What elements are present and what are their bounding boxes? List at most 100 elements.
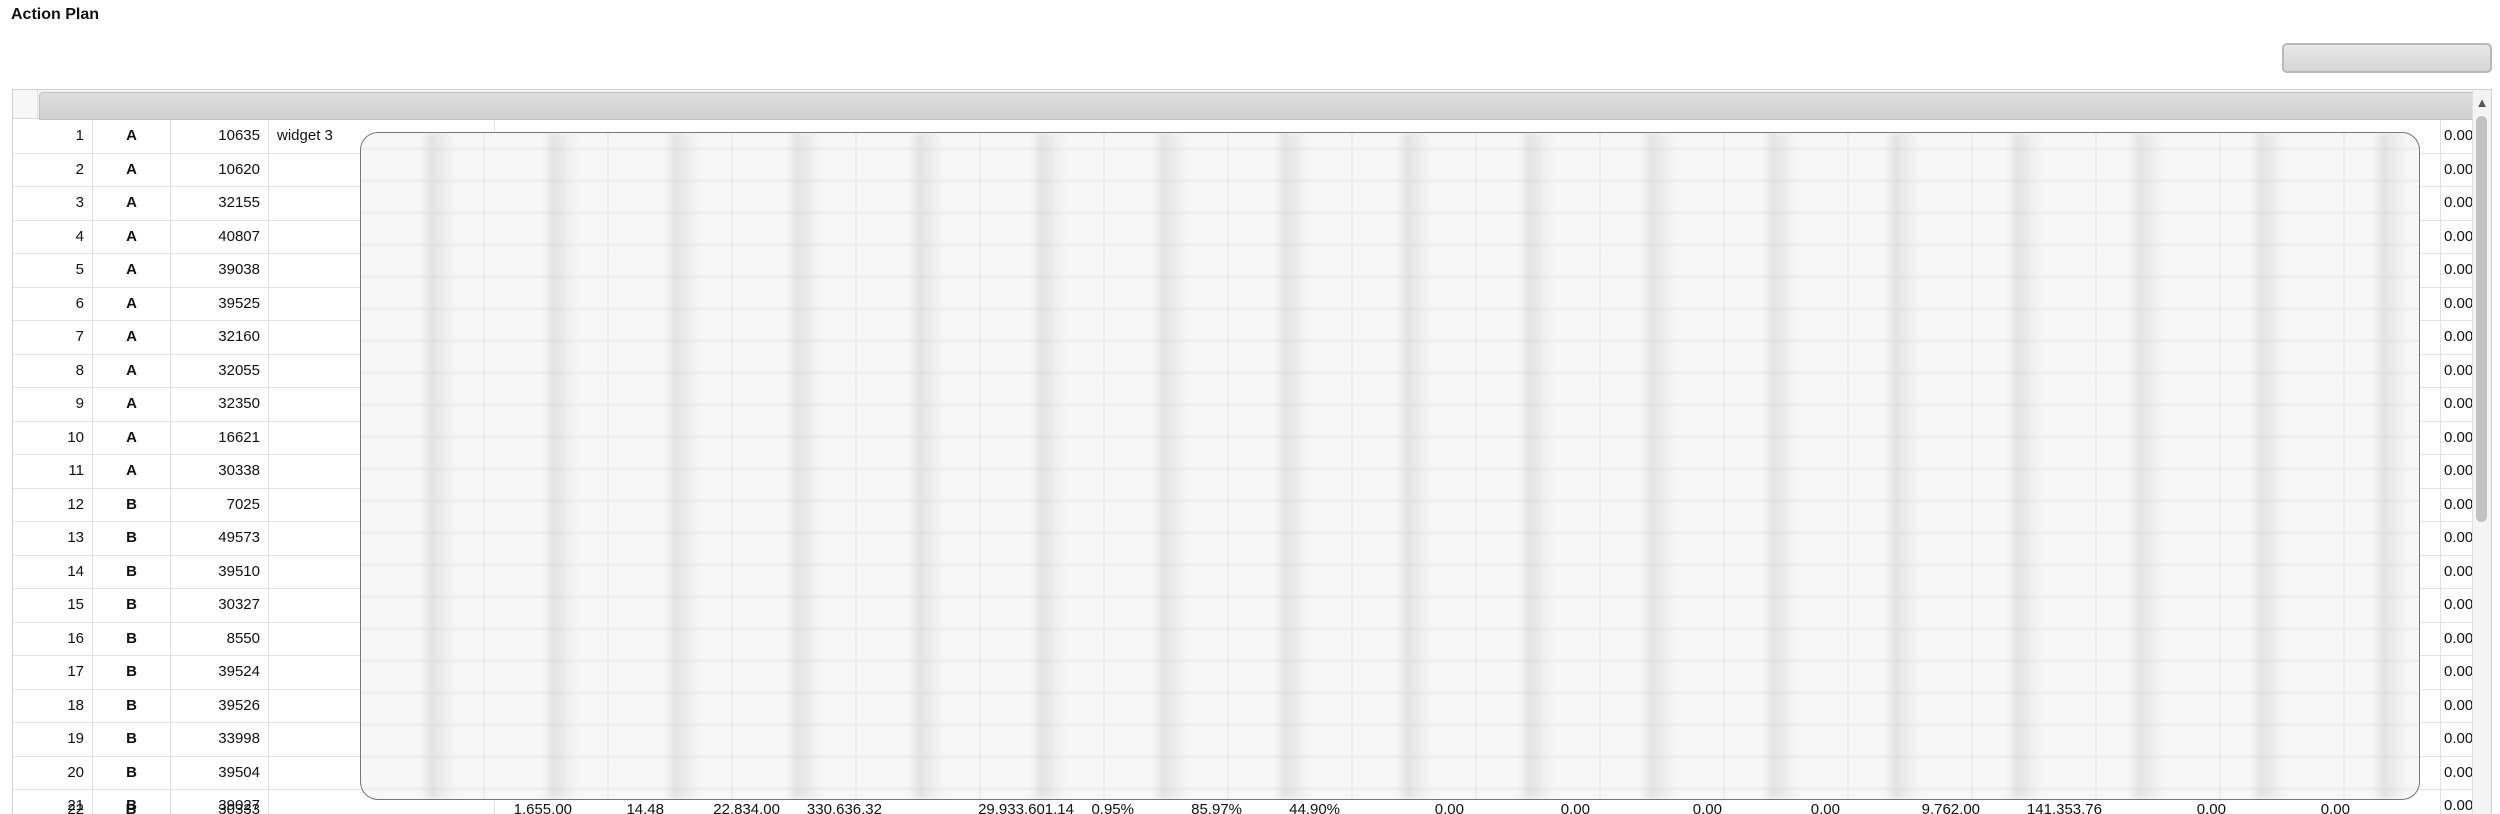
row-last-value: 0.00 [2444, 696, 2473, 714]
row-group: A [93, 254, 171, 287]
row-id: 7025 [171, 488, 269, 521]
row-number: 19 [13, 723, 93, 756]
row-number: 5 [13, 254, 93, 287]
row-id: 30338 [171, 455, 269, 488]
header-corner [13, 90, 38, 118]
row-last-value: 0.00 [2444, 730, 2473, 747]
row-value: 0.00 [1810, 801, 1840, 814]
row-id: 39504 [171, 756, 269, 789]
row-id: 39525 [171, 287, 269, 320]
row-group: B [93, 723, 171, 756]
row-last-value: 0.00 [2444, 428, 2473, 446]
row-group: A [93, 321, 171, 354]
row-value: 85.97% [1191, 801, 1242, 814]
row-value: 0.00 [2320, 801, 2350, 814]
row-number: 16 [13, 622, 93, 655]
column-header-band[interactable] [39, 92, 2475, 120]
vertical-scrollbar[interactable]: ▲ [2472, 90, 2491, 814]
row-number: 10 [13, 421, 93, 454]
row-last-value: 0.00 [2444, 763, 2473, 781]
row-id: 32160 [171, 321, 269, 354]
row-last-value: 0.00 [2444, 462, 2473, 479]
row-id: 30327 [171, 589, 269, 622]
row-id: 39524 [171, 656, 269, 689]
row-last-value: 0.00 [2444, 495, 2473, 513]
row-last-value: 0.00 [2444, 227, 2473, 245]
row-number: 4 [13, 220, 93, 253]
row-value: 0.00 [1560, 801, 1590, 814]
row-id: 49573 [171, 522, 269, 555]
blurred-data-region [360, 132, 2420, 800]
row-group: A [93, 187, 171, 220]
row-value: 9,762.00 [1921, 801, 1980, 814]
row-number: 18 [13, 689, 93, 722]
blurred-values [361, 133, 2419, 799]
row-number: 20 [13, 756, 93, 789]
row-group: B [93, 589, 171, 622]
scroll-thumb[interactable] [2476, 116, 2487, 522]
row-last-value: 0.00 [2444, 127, 2473, 144]
row-number: 9 [13, 388, 93, 421]
row-group: B [93, 488, 171, 521]
app-window: Action Plan 1 A 10635 widget 3 0.00 2 A 10620 0.… [0, 0, 2500, 814]
table-row-partial[interactable]: 22 B 30333 1,655.00 14.48 22,834.00 330,636.32… [12, 800, 2472, 814]
row-id: 10620 [171, 153, 269, 186]
row-last-value: 0.00 [2444, 160, 2473, 178]
row-last-value: 0.00 [2444, 629, 2473, 647]
row-value: 141,353.76 [2026, 801, 2102, 814]
row-id: 39510 [171, 555, 269, 588]
row-group: A [93, 220, 171, 253]
row-id: 16621 [171, 421, 269, 454]
row-id: 40807 [171, 220, 269, 253]
row-id: 8550 [171, 622, 269, 655]
row-group: B [93, 656, 171, 689]
row-number: 13 [13, 522, 93, 555]
row-value: 0.95% [1091, 801, 1134, 814]
row-last-value: 0.00 [2444, 194, 2473, 211]
row-group: B [93, 689, 171, 722]
row-number: 8 [13, 354, 93, 387]
row-number: 15 [13, 589, 93, 622]
row-value: 22,834.00 [713, 801, 780, 814]
row-id: 10635 [171, 120, 269, 153]
row-id: 32155 [171, 187, 269, 220]
row-group: A [93, 287, 171, 320]
row-last-value: 0.00 [2444, 294, 2473, 312]
row-group: B [93, 622, 171, 655]
row-number: 12 [13, 488, 93, 521]
row-group: A [93, 120, 171, 153]
row-group: B [93, 522, 171, 555]
page-title: Action Plan [11, 6, 100, 23]
row-value: 44.90% [1289, 801, 1340, 814]
top-right-button[interactable] [2282, 43, 2492, 73]
row-group: B [125, 801, 137, 814]
row-number: 6 [13, 287, 93, 320]
row-id: 39038 [171, 254, 269, 287]
row-id: 39526 [171, 689, 269, 722]
row-number: 7 [13, 321, 93, 354]
row-value: 14.48 [626, 801, 664, 814]
row-number: 2 [13, 153, 93, 186]
row-value: 0.00 [2196, 801, 2226, 814]
row-value: 0.00 [1692, 801, 1722, 814]
row-last-value: 0.00 [2444, 395, 2473, 412]
row-last-value: 0.00 [2444, 562, 2473, 580]
row-number: 22 [67, 801, 84, 814]
row-id: 33998 [171, 723, 269, 756]
row-id: 32350 [171, 388, 269, 421]
row-last-value: 0.00 [2444, 328, 2473, 345]
row-last-value: 0.00 [2444, 529, 2473, 546]
row-last-value: 0.00 [2444, 596, 2473, 613]
row-number: 14 [13, 555, 93, 588]
row-group: A [93, 388, 171, 421]
row-group: A [93, 153, 171, 186]
row-group: B [93, 555, 171, 588]
grid-header [13, 90, 2491, 120]
row-value: 330,636.32 [806, 801, 882, 814]
row-id: 30333 [218, 801, 260, 814]
row-number: 3 [13, 187, 93, 220]
row-number: 1 [13, 120, 93, 153]
row-group: A [93, 421, 171, 454]
row-group: A [93, 455, 171, 488]
scroll-up-arrow-icon[interactable]: ▲ [2473, 92, 2491, 114]
